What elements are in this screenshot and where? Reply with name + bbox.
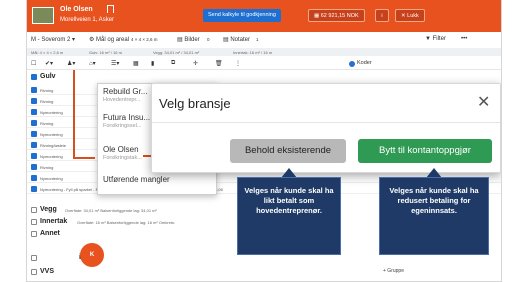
add-group-button[interactable]: + Gruppe [383,268,404,274]
customer-name: Ole Olsen [60,6,93,13]
row-checkbox[interactable] [31,131,37,137]
row-label: Nymontering [40,154,63,159]
row-label: Rivning [40,88,54,93]
bookmark-icon[interactable] [107,5,114,13]
dropdown-item[interactable]: Rebuild Gr... Hovedentrepr... [103,87,147,103]
wall-summary: Vegg: 34,01 m² / 34,01 m² [153,50,200,55]
price-label: 62 921,15 NOK [320,13,359,19]
section-meta: Overflate: 16 m² Balsenforliggende lag: … [77,220,176,225]
row-checkbox[interactable] [31,219,37,225]
dialog-divider [152,122,500,123]
list-icon[interactable]: ☰▾ [111,60,119,67]
user-icon[interactable]: ♟▾ [67,60,75,67]
row-checkbox[interactable] [31,109,37,115]
images-button[interactable]: ▤ Bilder [177,36,200,43]
measure-value: 4 × 4 × 2,6 m [131,37,158,42]
copy-icon[interactable]: ⧉ [171,60,175,67]
row-label: Nymontering [40,132,63,137]
row-checkbox[interactable] [31,74,37,80]
arrow-connector [73,70,75,158]
dropdown-item-sub: Hovedentrepr... [103,97,141,103]
row-label: Rivning/løsleie [40,143,67,148]
row-label: Rivning [40,165,54,170]
close-button[interactable]: ✕ Lukk [395,9,425,22]
measure-summary: Mål: 4 × 4 × 2,6 m Gulv: 16 m² / 16 m Ve… [27,48,501,56]
document-icon[interactable]: ▮ [151,60,154,67]
koder-toggle-icon[interactable] [349,61,355,67]
project-thumbnail [32,7,54,24]
dropdown-item-sub: Forsikringstak... [103,155,142,161]
floor-summary: Gulv: 16 m² / 16 m [89,50,122,55]
delete-icon[interactable]: 🗑 [215,60,223,67]
section-label: Annet [40,230,60,237]
row-checkbox[interactable] [31,269,37,275]
avatar[interactable]: K [80,243,104,267]
dropdown-item-label: Utførende mangler [103,175,170,184]
move-icon[interactable]: ✛ [193,60,198,67]
arrow-connector [73,157,95,159]
ceiling-summary: Innertak: 16 m² / 16 m [233,50,273,55]
header-bar: Ole Olsen Morellveien 1, Asker Send kalk… [27,0,501,32]
row-checkbox[interactable] [31,120,37,126]
row-checkbox[interactable] [31,186,37,192]
more-menu-button[interactable]: ••• [461,36,467,42]
section-meta: Overflate: 34,01 m² Balsenforliggende la… [65,208,157,213]
row-checkbox[interactable] [31,98,37,104]
app-window: Ole Olsen Morellveien 1, Asker Send kalk… [26,0,502,282]
send-for-approval-button[interactable]: Send kalkyle til godkjenning [203,9,281,22]
action-iconbar: ☐ ✔▾ ♟▾ ⌂▾ ☰▾ ▦ ▮ ⧉ ✛ 🗑 ⋮ Koder [27,58,501,70]
section-label: Gulv [40,73,56,80]
switch-to-cash-button[interactable]: Bytt til kontantoppgjør [358,139,492,163]
callout-keep: Velges når kunde skal ha likt betalt som… [237,177,341,255]
table-icon[interactable]: ▦ [133,60,139,67]
row-checkbox[interactable] [31,231,37,237]
customer-address: Morellveien 1, Asker [60,17,115,23]
notes-count: 1 [256,37,259,42]
koder-label: Koder [357,60,372,66]
check-icon[interactable]: ✔▾ [45,60,53,67]
dropdown-item[interactable]: Utførende mangler [103,175,170,184]
row-label: Nymontering [40,110,63,115]
dropdown-item[interactable]: Futura Insu... Forsikringssel... [103,113,150,129]
section-label: Vegg [40,206,57,213]
keep-existing-button[interactable]: Behold eksisterende [230,139,346,163]
row-label: Rivning [40,99,54,104]
dim-summary: Mål: 4 × 4 × 2,6 m [31,50,64,55]
close-icon[interactable]: ✕ [477,92,490,112]
row-label: Nymontering [40,176,63,181]
price-icon: ▦ [314,13,321,19]
info-button[interactable]: i [375,9,389,22]
section-gulv[interactable]: Gulv [27,72,501,83]
images-count: 0 [207,37,210,42]
dropdown-item-label: Rebuild Gr... [103,87,148,96]
row-checkbox[interactable] [31,207,37,213]
filter-button[interactable]: ▼ Filter [425,36,446,42]
dropdown-item-label: Ole Olsen [103,145,139,154]
row-checkbox[interactable] [31,175,37,181]
dropdown-item-selected[interactable]: Ole Olsen Forsikringstak... [103,145,142,161]
row-checkbox[interactable] [31,142,37,148]
callout-switch: Velges når kunde skal ha redusert betali… [379,177,489,255]
row-checkbox[interactable] [31,255,37,261]
measure-button[interactable]: ⚙ Mål og areal [89,36,129,43]
building-icon[interactable]: ⌂▾ [89,60,96,67]
room-toolbar: M - Soverom 2 ▾ ⚙ Mål og areal 4 × 4 × 2… [27,34,501,46]
select-all-checkbox[interactable]: ☐ [31,60,36,67]
price-total-button[interactable]: ▦ 62 921,15 NOK [308,9,365,22]
dropdown-item-sub: Forsikringssel... [103,123,142,129]
section-vvs[interactable]: VVS [27,267,501,278]
row-label: Rivning [40,121,54,126]
row-checkbox[interactable] [31,164,37,170]
section-label: Innertak [40,218,68,225]
row-checkbox[interactable] [31,87,37,93]
room-selector[interactable]: M - Soverom 2 ▾ [31,36,75,43]
row-checkbox[interactable] [31,153,37,159]
more-icon[interactable]: ⋮ [235,60,241,67]
select-industry-dialog: Velg bransje ✕ Behold eksisterende Bytt … [151,83,501,173]
section-label: VVS [40,268,55,275]
notes-button[interactable]: ▤ Notater [223,36,250,43]
dropdown-item-label: Futura Insu... [103,113,151,122]
dialog-title: Velg bransje [159,96,231,111]
